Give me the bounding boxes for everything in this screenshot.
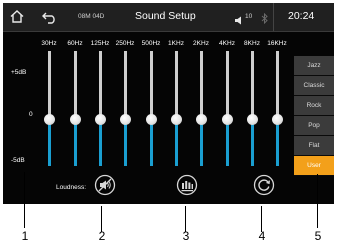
- date-label: 08M 04D: [78, 13, 105, 20]
- preset-rock[interactable]: Rock: [294, 96, 334, 116]
- band-label-1khz: 1KHz: [168, 40, 184, 47]
- callout-5: 5: [314, 229, 322, 243]
- band-label-16khz: 16KHz: [267, 40, 287, 47]
- slider-fill-8khz[interactable]: [251, 118, 254, 166]
- slider-fill-250hz[interactable]: [124, 118, 127, 166]
- slider-fill-500hz[interactable]: [150, 118, 153, 166]
- slider-fill-125hz[interactable]: [99, 118, 102, 166]
- bluetooth-icon: [261, 11, 268, 29]
- callout-1: 1: [21, 229, 29, 243]
- band-label-250hz: 250Hz: [115, 40, 135, 47]
- slider-track-4khz[interactable]: [226, 51, 229, 119]
- slider-knob-2khz[interactable]: [196, 113, 207, 125]
- slider-fill-1khz[interactable]: [175, 118, 178, 166]
- slider-knob-60hz[interactable]: [70, 113, 81, 125]
- slider-fill-60hz[interactable]: [74, 118, 77, 166]
- slider-track-2khz[interactable]: [200, 51, 203, 119]
- slider-track-30hz[interactable]: [48, 51, 51, 119]
- preset-jazz[interactable]: Jazz: [294, 56, 334, 76]
- home-icon[interactable]: [10, 10, 24, 28]
- status-bar: 08M 04D Sound Setup 10 20:24: [3, 3, 334, 32]
- band-label-8khz: 8KHz: [244, 40, 260, 47]
- slider-knob-8khz[interactable]: [247, 113, 258, 125]
- slider-knob-500hz[interactable]: [146, 113, 157, 125]
- slider-track-125hz[interactable]: [99, 51, 102, 119]
- callout-line-1: [24, 172, 25, 228]
- slider-knob-16khz[interactable]: [272, 113, 283, 125]
- slider-track-16khz[interactable]: [276, 51, 279, 119]
- callout-3: 3: [182, 229, 190, 243]
- slider-track-250hz[interactable]: [124, 51, 127, 119]
- slider-track-1khz[interactable]: [175, 51, 178, 119]
- slider-knob-30hz[interactable]: [44, 113, 55, 125]
- slider-fill-30hz[interactable]: [48, 118, 51, 166]
- band-label-2khz: 2KHz: [193, 40, 209, 47]
- preset-pop[interactable]: Pop: [294, 116, 334, 136]
- sound-setup-screen: 08M 04D Sound Setup 10 20:24 +5dB 0 -5dB…: [3, 3, 334, 204]
- scale-plus-5db: +5dB: [11, 69, 27, 76]
- scale-zero: 0: [29, 111, 33, 118]
- scale-minus-5db: -5dB: [11, 157, 25, 164]
- preset-flat[interactable]: Flat: [294, 136, 334, 156]
- loudness-label: Loudness:: [56, 184, 86, 191]
- preset-user[interactable]: User: [294, 156, 334, 176]
- slider-fill-16khz[interactable]: [276, 118, 279, 166]
- clock: 20:24: [288, 10, 315, 22]
- speaker-icon: [235, 12, 244, 30]
- slider-track-60hz[interactable]: [74, 51, 77, 119]
- band-label-125hz: 125Hz: [90, 40, 110, 47]
- slider-knob-125hz[interactable]: [95, 113, 106, 125]
- speaker-muted-icon[interactable]: [94, 174, 116, 196]
- slider-track-8khz[interactable]: [251, 51, 254, 119]
- band-label-30hz: 30Hz: [41, 40, 57, 47]
- slider-knob-4khz[interactable]: [222, 113, 233, 125]
- band-label-4khz: 4KHz: [219, 40, 235, 47]
- band-label-500hz: 500Hz: [141, 40, 161, 47]
- equalizer-icon[interactable]: [176, 174, 198, 196]
- callout-line-5: [317, 174, 318, 228]
- page-title: Sound Setup: [135, 10, 196, 22]
- slider-knob-1khz[interactable]: [171, 113, 182, 125]
- slider-fill-4khz[interactable]: [226, 118, 229, 166]
- slider-knob-250hz[interactable]: [120, 113, 131, 125]
- preset-classic[interactable]: Classic: [294, 76, 334, 96]
- volume-level: 10: [245, 13, 253, 20]
- slider-track-500hz[interactable]: [150, 51, 153, 119]
- slider-fill-2khz[interactable]: [200, 118, 203, 166]
- callout-2: 2: [98, 229, 106, 243]
- band-label-60hz: 60Hz: [67, 40, 83, 47]
- refresh-icon[interactable]: [253, 174, 275, 196]
- callout-4: 4: [258, 229, 266, 243]
- divider: [273, 3, 274, 31]
- back-arrow-icon[interactable]: [42, 11, 57, 29]
